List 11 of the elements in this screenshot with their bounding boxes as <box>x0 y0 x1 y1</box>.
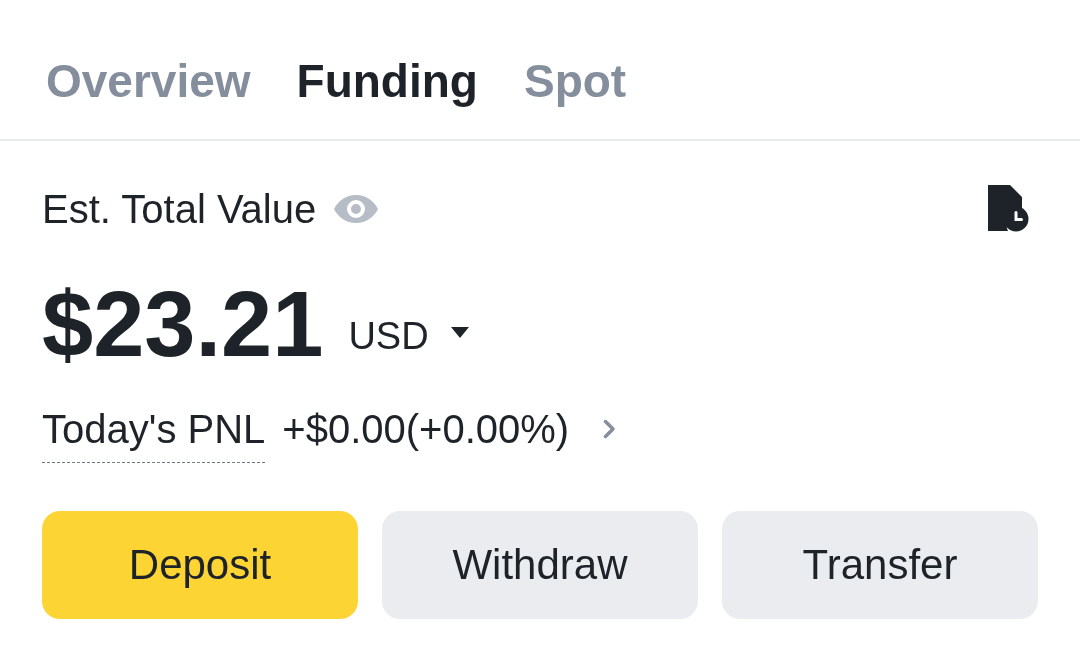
document-clock-icon[interactable] <box>988 185 1030 233</box>
pnl-value: +$0.00(+0.00%) <box>282 409 570 449</box>
currency-selector[interactable]: USD <box>348 317 429 355</box>
caret-icon[interactable] <box>450 327 469 338</box>
secondary-button[interactable]: Withdraw <box>382 511 698 619</box>
secondary-button[interactable]: Transfer <box>722 511 1038 619</box>
pnl-label[interactable]: Today's PNL <box>42 409 266 463</box>
total-value-label: Est. Total Value <box>42 189 317 229</box>
primary-button[interactable]: Deposit <box>42 511 358 619</box>
chevron-right-icon[interactable] <box>603 419 617 439</box>
total-value-amount: $23.21 <box>42 278 324 370</box>
